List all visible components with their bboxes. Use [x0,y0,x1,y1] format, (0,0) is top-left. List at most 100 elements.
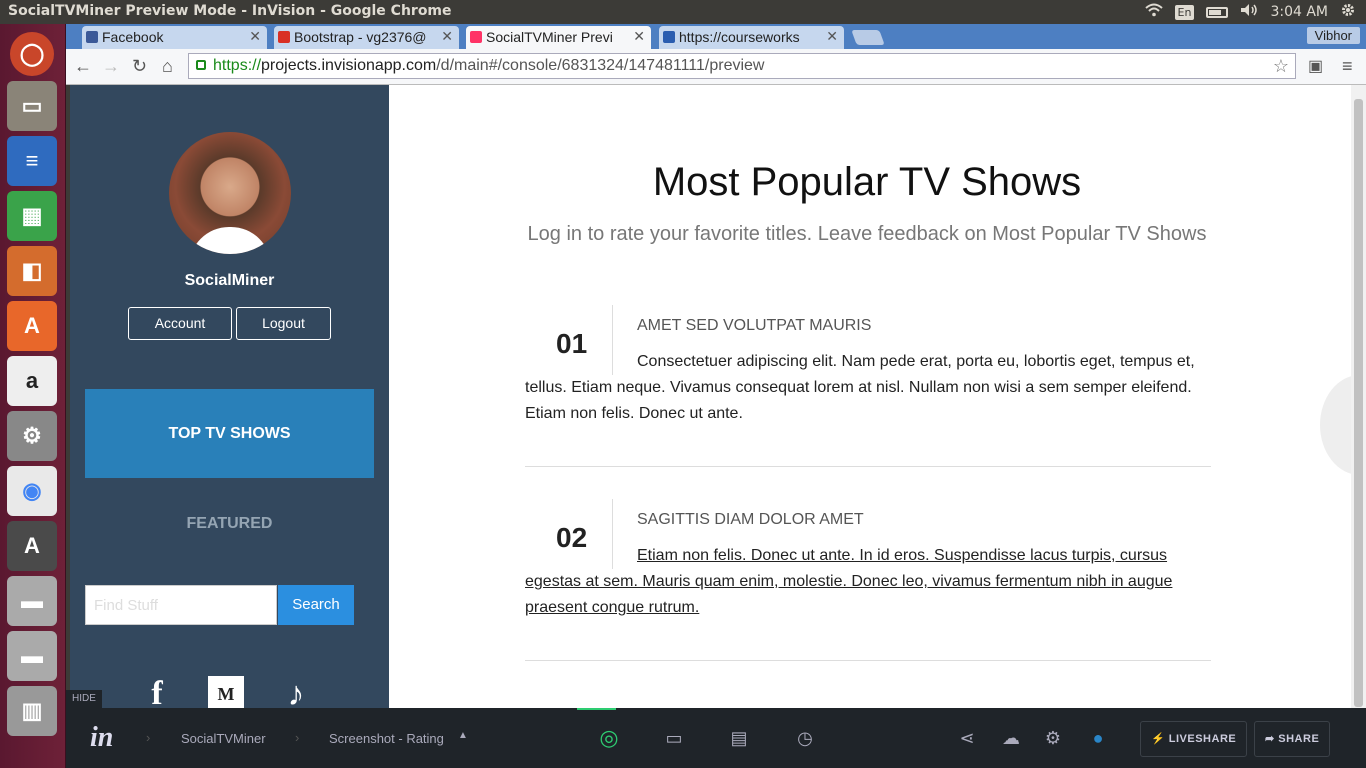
tab-strip: Facebook ✕ Bootstrap - vg2376@ ✕ SocialT… [66,24,1366,49]
rdio-icon[interactable]: ♪ [278,675,314,709]
extension-icon[interactable]: ▣ [1308,56,1323,76]
tab-bootstrap[interactable]: Bootstrap - vg2376@ ✕ [274,26,459,49]
scrollbar-thumb[interactable] [1354,99,1363,707]
close-icon[interactable]: ✕ [826,28,838,45]
settings-icon[interactable]: ⚙ [7,411,57,461]
url-scheme: https:// [213,57,262,74]
chevron-right-icon: › [146,730,151,745]
next-arrow-button[interactable] [1320,375,1351,475]
build-mode-icon[interactable]: ▭ [663,728,685,748]
window-title: SocialTVMiner Preview Mode - InVision - … [8,3,452,19]
gear-icon[interactable] [1340,2,1356,22]
gmail-favicon-icon [278,31,290,43]
trash-icon[interactable]: ▥ [7,686,57,736]
facebook-icon[interactable]: f [139,675,175,708]
system-top-panel: SocialTVMiner Preview Mode - InVision - … [0,0,1366,24]
wifi-icon[interactable] [1144,3,1163,21]
hide-toolbar-button[interactable]: HIDE [66,690,102,708]
menu-icon[interactable]: ≡ [1342,56,1353,77]
item-text-link[interactable]: Etiam non felis. Donec ut ante. In id er… [525,543,1211,621]
facebook-favicon-icon [86,31,98,43]
medium-icon[interactable]: M [208,676,244,708]
system-tray: En 3:04 AM [1144,0,1366,24]
profile-button[interactable]: Vibhor [1306,27,1360,44]
impress-icon[interactable]: ◧ [7,246,57,296]
back-arrow-icon[interactable]: ← [74,56,92,77]
item-text: Consectetuer adipiscing elit. Nam pede e… [525,353,1195,422]
liveshare-label: LIVESHARE [1168,733,1237,745]
sidebar: SocialMiner Account Logout TOP TV SHOWS … [70,85,389,708]
item-title: SAGITTIS DIAM DOLOR AMET [637,511,864,528]
liveshare-button[interactable]: ⚡ LIVESHARE [1140,721,1248,757]
tab-label: Bootstrap - vg2376@ [294,29,427,45]
address-bar[interactable]: https://projects.invisionapp.com/d/main#… [188,53,1296,79]
share-link-icon[interactable]: ⋖ [956,728,978,748]
tab-socialtvminer[interactable]: SocialTVMiner Previ ✕ [466,26,651,49]
scrollbar[interactable] [1351,85,1366,708]
bookmark-star-icon[interactable]: ☆ [1273,56,1289,77]
divider [525,660,1211,661]
ubuntu-logo-icon[interactable]: ◯ [10,32,54,76]
crown-favicon-icon [663,31,675,43]
chevron-up-icon[interactable]: ▲ [458,730,468,741]
new-tab-button[interactable] [851,30,885,45]
top-tv-shows-nav[interactable]: TOP TV SHOWS [85,389,374,478]
updater-icon[interactable]: A [7,521,57,571]
history-clock-icon[interactable]: ◷ [794,728,816,748]
close-icon[interactable]: ✕ [441,28,453,45]
drive-icon[interactable]: ▬ [7,576,57,626]
files-icon[interactable]: ▭ [7,81,57,131]
url-host: projects.invisionapp.com [261,57,437,74]
home-icon[interactable]: ⌂ [162,56,173,77]
project-breadcrumb[interactable]: SocialTVMiner [181,731,266,746]
reload-icon[interactable]: ↻ [132,56,147,77]
settings-gear-icon[interactable]: ⚙ [1042,728,1064,748]
featured-nav[interactable]: FEATURED [70,515,389,533]
invision-favicon-icon [470,31,482,43]
avatar [169,132,291,254]
share-arrow-icon: ➦ [1265,733,1279,745]
logout-button[interactable]: Logout [236,307,331,340]
keyboard-indicator[interactable]: En [1174,4,1195,20]
calc-icon[interactable]: ▦ [7,191,57,241]
search-input[interactable] [85,585,277,625]
amazon-icon[interactable]: a [7,356,57,406]
tab-label: SocialTVMiner Previ [486,29,613,45]
main-content: Most Popular TV Shows Log in to rate you… [389,85,1351,708]
invision-toolbar: in › SocialTVMiner › Screenshot - Rating… [66,708,1366,768]
screen-breadcrumb[interactable]: Screenshot - Rating [329,731,444,746]
preview-eye-icon[interactable]: ◎ [598,725,620,750]
cloud-upload-icon[interactable]: ☁ [1000,728,1022,748]
chrome-icon[interactable]: ◉ [7,466,57,516]
chevron-right-icon: › [295,730,300,745]
comment-icon[interactable]: ▤ [728,728,750,748]
page-subtitle: Log in to rate your favorite titles. Lea… [527,223,1207,245]
tab-courseworks[interactable]: https://courseworks ✕ [659,26,844,49]
tab-facebook[interactable]: Facebook ✕ [82,26,267,49]
clock[interactable]: 3:04 AM [1270,4,1328,20]
page-title: Most Popular TV Shows [652,160,1082,204]
share-button[interactable]: ➦ SHARE [1254,721,1331,757]
volume-icon[interactable] [1240,3,1258,21]
software-center-icon[interactable]: A [7,301,57,351]
navigation-bar: ← → ↻ ⌂ https://projects.invisionapp.com… [66,49,1366,85]
search-button[interactable]: Search [278,585,354,625]
browser-chrome: Facebook ✕ Bootstrap - vg2376@ ✕ SocialT… [66,24,1366,85]
invision-logo[interactable]: in [90,722,113,754]
forward-arrow-icon[interactable]: → [102,56,120,77]
writer-icon[interactable]: ≡ [7,136,57,186]
lock-icon [196,60,206,70]
lightning-icon: ⚡ [1151,733,1169,745]
battery-icon[interactable] [1206,6,1229,18]
account-button[interactable]: Account [128,307,232,340]
close-icon[interactable]: ✕ [633,28,645,45]
drive-icon[interactable]: ▬ [7,631,57,681]
status-dot-icon[interactable]: ● [1087,728,1109,748]
close-icon[interactable]: ✕ [249,28,261,45]
divider [525,466,1211,467]
item-title: AMET SED VOLUTPAT MAURIS [637,317,872,334]
username: SocialMiner [184,272,275,289]
unity-launcher: ◯ ▭ ≡ ▦ ◧ A a ⚙ ◉ A ▬ ▬ ▥ [0,24,66,768]
url-path: /d/main#/console/6831324/147481111/previ… [436,57,765,74]
tab-label: https://courseworks [679,29,800,45]
